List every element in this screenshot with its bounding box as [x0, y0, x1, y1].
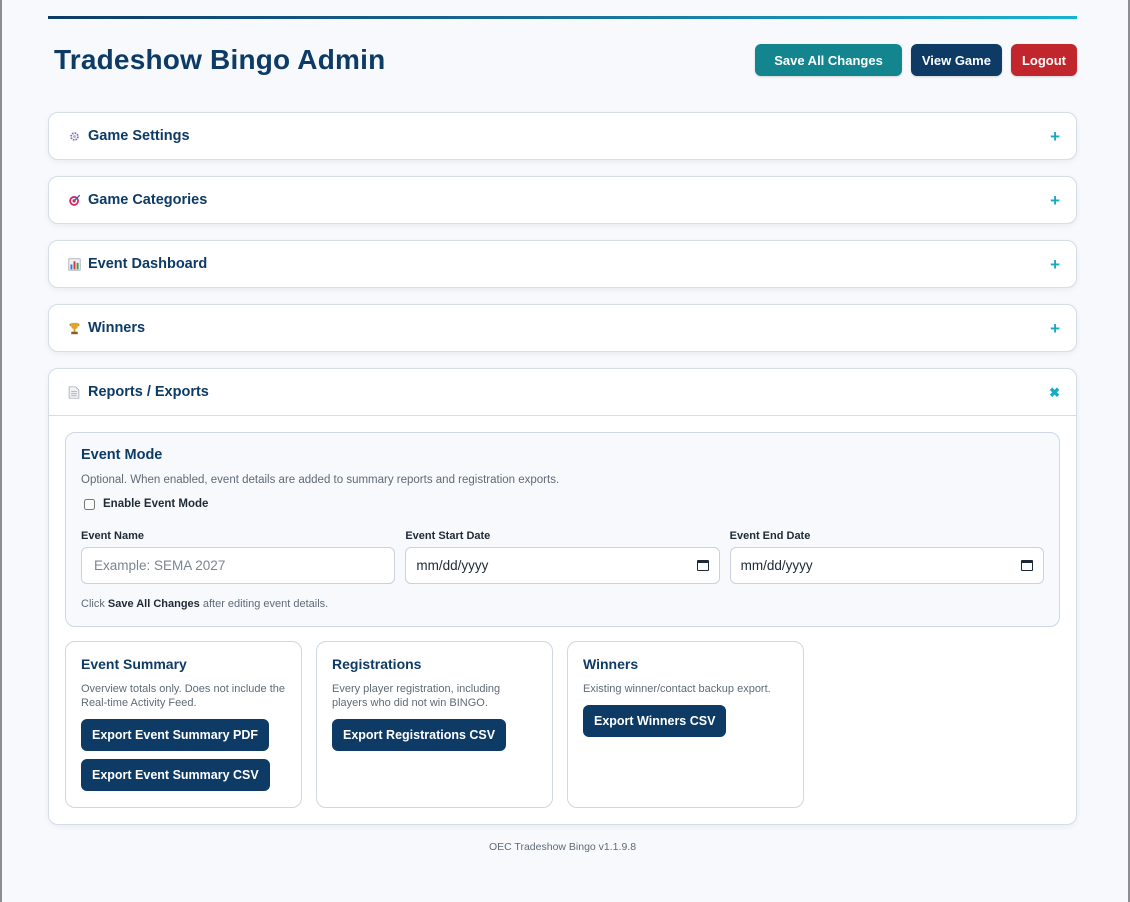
event-end-label: Event End Date: [729, 530, 811, 542]
export-card-description: Every player registration, including pla…: [332, 683, 501, 709]
expand-icon[interactable]: +: [1050, 256, 1060, 273]
event-end-date-input[interactable]: mm/dd/yyyy: [729, 547, 1044, 584]
event-name-wrapper: [81, 547, 396, 584]
event-start-label: Event Start Date: [405, 530, 491, 542]
expand-icon[interactable]: +: [1050, 192, 1060, 209]
panel-label: Game Settings: [88, 128, 190, 144]
enable-event-mode-checkbox[interactable]: [84, 498, 95, 510]
reports-body: Event Mode Optional. When enabled, event…: [49, 416, 1076, 824]
hint-prefix: Click: [81, 598, 108, 610]
panel-label: Reports / Exports: [88, 384, 209, 400]
registrations-card: Registrations Every player registration,…: [316, 641, 553, 808]
gear-icon: [67, 129, 81, 143]
panel-game-categories: Game Categories +: [48, 176, 1077, 224]
page-header: Tradeshow Bingo Admin Save All Changes V…: [48, 24, 1077, 96]
export-card-title: Registrations: [332, 656, 422, 672]
export-card-title: Winners: [583, 656, 639, 672]
event-start-date-input[interactable]: mm/dd/yyyy: [405, 547, 720, 584]
target-icon: [67, 193, 81, 207]
event-mode-hint: Click Save All Changes after editing eve…: [81, 598, 1044, 610]
winners-export-card: Winners Existing winner/contact backup e…: [567, 641, 804, 808]
enable-event-mode-row[interactable]: Enable Event Mode: [81, 498, 1044, 510]
bar-chart-icon: [67, 257, 81, 271]
event-name-field-group: Event Name: [81, 530, 396, 584]
panel-game-settings: Game Settings +: [48, 112, 1077, 160]
event-mode-description: Optional. When enabled, event details ar…: [81, 474, 560, 486]
event-summary-card: Event Summary Overview totals only. Does…: [65, 641, 302, 808]
export-event-summary-csv-button[interactable]: Export Event Summary CSV: [81, 758, 270, 791]
admin-page: Tradeshow Bingo Admin Save All Changes V…: [48, 0, 1077, 853]
panel-winners: Winners +: [48, 304, 1077, 352]
document-icon: [67, 385, 81, 399]
export-card-description: Existing winner/contact backup export.: [583, 683, 771, 695]
export-card-description: Overview totals only. Does not include t…: [81, 683, 286, 709]
export-cards: Event Summary Overview totals only. Does…: [65, 641, 1060, 808]
header-actions: Save All Changes View Game Logout: [755, 44, 1077, 76]
enable-event-mode-label: Enable Event Mode: [103, 498, 209, 510]
panel-event-dashboard: Event Dashboard +: [48, 240, 1077, 288]
logout-button[interactable]: Logout: [1010, 44, 1077, 76]
calendar-icon[interactable]: [696, 560, 709, 571]
panel-header-game-categories[interactable]: Game Categories +: [49, 177, 1076, 223]
calendar-icon[interactable]: [1020, 560, 1033, 571]
export-card-title: Event Summary: [81, 656, 187, 672]
panel-header-reports-exports[interactable]: Reports / Exports ✖: [49, 369, 1076, 416]
expand-icon[interactable]: +: [1050, 320, 1060, 337]
event-end-field-group: Event End Date mm/dd/yyyy: [729, 530, 1044, 584]
event-mode-card: Event Mode Optional. When enabled, event…: [65, 432, 1060, 627]
panel-header-winners[interactable]: Winners +: [49, 305, 1076, 351]
event-start-field-group: Event Start Date mm/dd/yyyy: [405, 530, 720, 584]
panel-label: Winners: [88, 320, 146, 336]
event-start-date-value: mm/dd/yyyy: [416, 558, 489, 573]
panel-label: Game Categories: [88, 192, 208, 208]
export-registrations-csv-button[interactable]: Export Registrations CSV: [332, 718, 507, 751]
panel-header-game-settings[interactable]: Game Settings +: [49, 113, 1076, 159]
save-all-changes-button[interactable]: Save All Changes: [755, 44, 902, 76]
event-name-label: Event Name: [81, 530, 144, 542]
trophy-icon: [67, 321, 81, 335]
expand-icon[interactable]: +: [1050, 128, 1060, 145]
hint-suffix: after editing event details.: [199, 598, 329, 610]
hint-bold: Save All Changes: [107, 598, 200, 610]
view-game-button[interactable]: View Game: [910, 44, 1002, 76]
page-title: Tradeshow Bingo Admin: [54, 44, 386, 75]
panel-header-event-dashboard[interactable]: Event Dashboard +: [49, 241, 1076, 287]
panel-reports-exports: Reports / Exports ✖ Event Mode Optional.…: [48, 368, 1077, 825]
footer-version: OEC Tradeshow Bingo v1.1.9.8: [488, 841, 637, 853]
export-winners-csv-button[interactable]: Export Winners CSV: [583, 704, 727, 737]
event-fields: Event Name Event Start Date mm/dd/yyyy: [81, 530, 1044, 584]
panel-label: Event Dashboard: [88, 256, 208, 272]
collapse-icon[interactable]: ✖: [1049, 386, 1060, 399]
event-end-date-value: mm/dd/yyyy: [740, 558, 813, 573]
event-mode-title: Event Mode: [81, 447, 163, 463]
export-event-summary-pdf-button[interactable]: Export Event Summary PDF: [81, 718, 270, 751]
top-accent-bar: [48, 16, 1077, 19]
event-name-input[interactable]: [92, 557, 385, 574]
